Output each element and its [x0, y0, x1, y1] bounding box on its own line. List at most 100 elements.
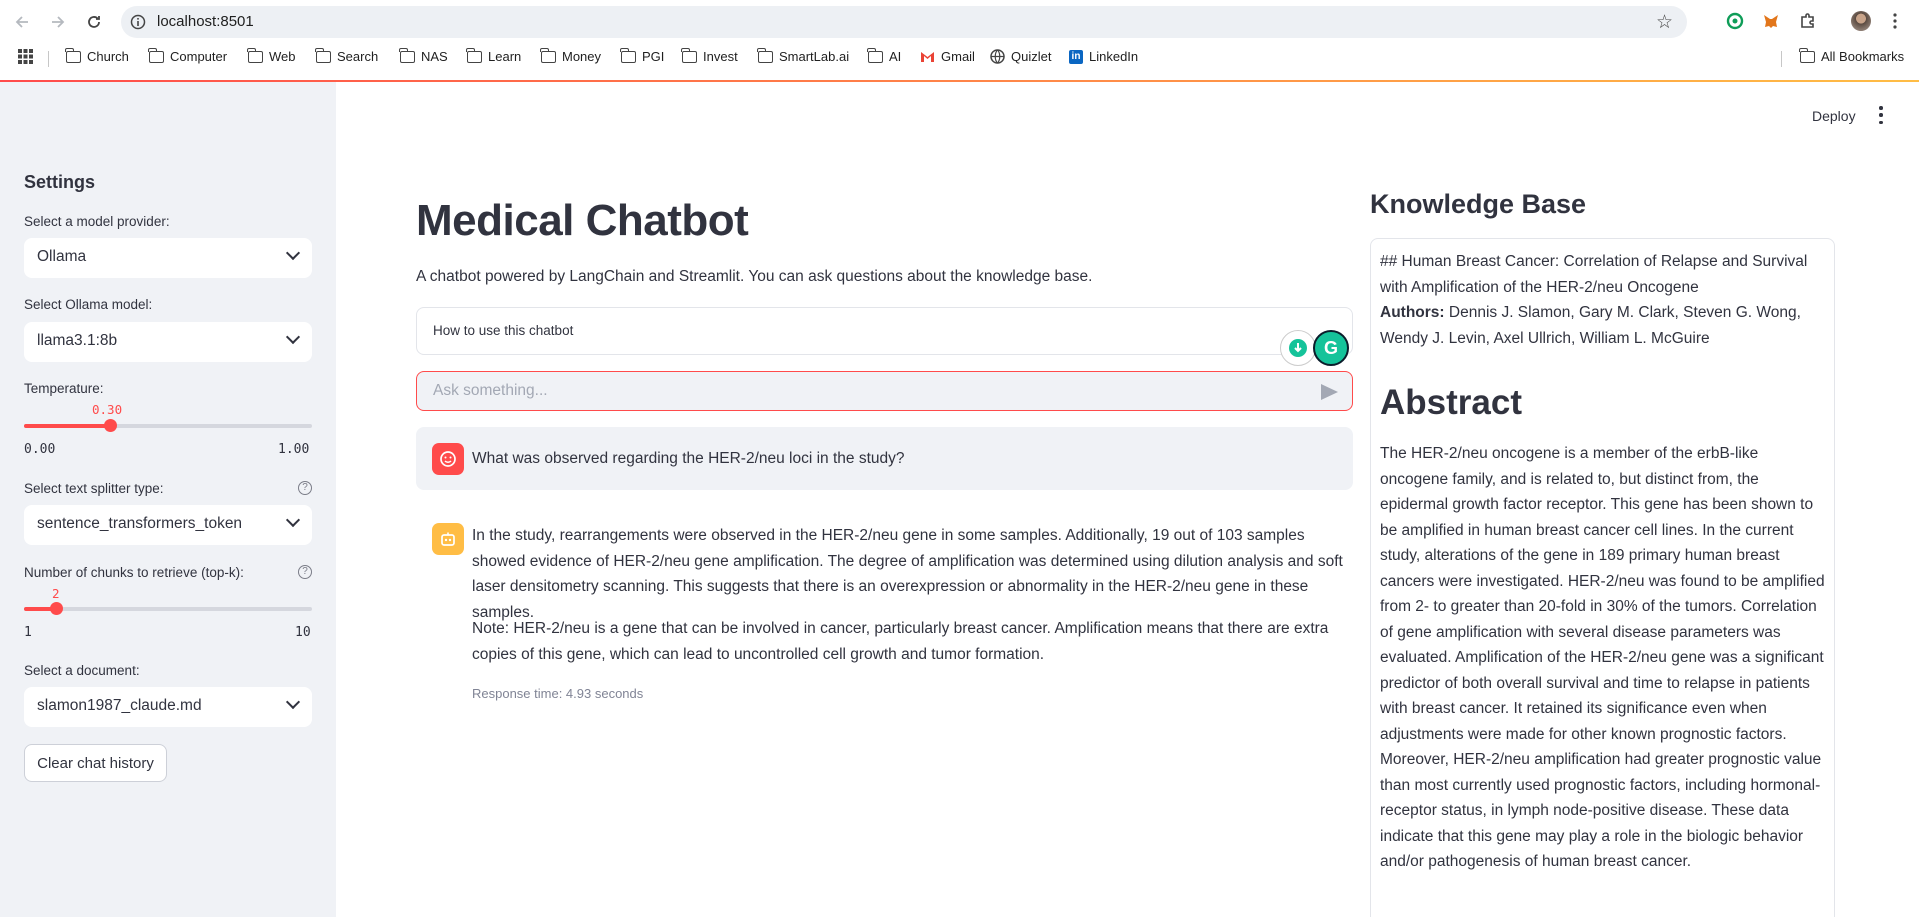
folder-icon	[399, 47, 415, 63]
folder-icon	[620, 47, 636, 63]
grammarly-suggestion-icon[interactable]	[1280, 330, 1316, 366]
bookmark-invest[interactable]: Invest	[681, 47, 738, 64]
browser-toolbar: localhost:8501 ☆	[0, 0, 1919, 44]
model-select[interactable]: llama3.1:8b	[24, 322, 312, 362]
reload-icon[interactable]	[82, 10, 106, 34]
help-icon[interactable]: ?	[298, 565, 312, 579]
page-caption: A chatbot powered by LangChain and Strea…	[416, 268, 1093, 285]
chevron-down-icon	[285, 694, 301, 710]
assistant-avatar-icon	[432, 523, 464, 555]
url-text[interactable]: localhost:8501	[157, 13, 254, 30]
temperature-value: 0.30	[92, 402, 123, 417]
bookmark-search[interactable]: Search	[315, 47, 378, 64]
bookmark-label: Learn	[488, 49, 522, 64]
bookmark-label: Web	[269, 49, 296, 64]
all-bookmarks-label: All Bookmarks	[1821, 49, 1905, 64]
document-heading: ## Human Breast Cancer: Correlation of R…	[1380, 253, 1808, 296]
folder-icon	[540, 47, 556, 63]
extension-green-icon[interactable]	[1724, 10, 1746, 32]
temperature-label: Temperature:	[24, 381, 104, 396]
grammarly-icon[interactable]: G	[1313, 330, 1349, 366]
bookmark-money[interactable]: Money	[540, 47, 601, 64]
bookmark-label: PGI	[642, 49, 665, 64]
bookmark-linkedin[interactable]: in LinkedIn	[1069, 49, 1138, 64]
topk-label: Number of chunks to retrieve (top-k):	[24, 565, 244, 580]
chat-input-placeholder: Ask something...	[433, 382, 548, 399]
temperature-slider[interactable]	[24, 419, 312, 432]
bookmark-label: Invest	[703, 49, 738, 64]
browser-menu-icon[interactable]	[1884, 10, 1906, 32]
document-select[interactable]: slamon1987_claude.md	[24, 687, 312, 727]
all-bookmarks[interactable]: All Bookmarks	[1799, 47, 1905, 64]
app-menu-icon[interactable]	[1878, 106, 1884, 124]
sidebar-title: Settings	[24, 172, 96, 192]
abstract-heading: Abstract	[1380, 383, 1522, 422]
folder-icon	[757, 47, 773, 63]
folder-icon	[148, 47, 164, 63]
bookmark-label: Church	[87, 49, 129, 64]
apps-grid-icon[interactable]	[18, 49, 33, 64]
folder-icon	[65, 47, 81, 63]
bookmark-learn[interactable]: Learn	[466, 47, 522, 64]
page-title: Medical Chatbot	[416, 196, 749, 245]
site-info-icon[interactable]	[130, 14, 146, 30]
bookmark-label: Quizlet	[1011, 49, 1052, 64]
splitter-select[interactable]: sentence_transformers_token	[24, 505, 312, 545]
linkedin-icon: in	[1069, 49, 1083, 64]
folder-icon	[315, 47, 331, 63]
back-icon[interactable]	[10, 10, 34, 34]
clear-chat-button[interactable]: Clear chat history	[24, 744, 167, 782]
profile-avatar[interactable]	[1850, 10, 1872, 32]
model-value: llama3.1:8b	[37, 332, 118, 349]
provider-label: Select a model provider:	[24, 214, 170, 229]
how-to-use-expander[interactable]: How to use this chatbot	[416, 307, 1353, 355]
bookmark-church[interactable]: Church	[65, 47, 129, 64]
bookmark-quizlet[interactable]: Quizlet	[990, 49, 1051, 64]
document-label: Select a document:	[24, 663, 140, 678]
bookmark-web[interactable]: Web	[247, 47, 296, 64]
help-icon[interactable]: ?	[298, 481, 312, 495]
deploy-button[interactable]: Deploy	[1812, 108, 1856, 124]
bookmark-label: AI	[889, 49, 902, 64]
bookmark-label: NAS	[421, 49, 448, 64]
folder-icon	[1799, 47, 1815, 63]
bookmark-nas[interactable]: NAS	[399, 47, 448, 64]
forward-icon[interactable]	[46, 10, 70, 34]
chevron-down-icon	[285, 329, 301, 345]
temperature-slider-fill	[24, 424, 111, 428]
temperature-max: 1.00	[278, 442, 310, 457]
model-label: Select Ollama model:	[24, 297, 153, 312]
knowledge-base-title: Knowledge Base	[1370, 189, 1587, 219]
folder-icon	[681, 47, 697, 63]
folder-icon	[466, 47, 482, 63]
bookmark-computer[interactable]: Computer	[148, 47, 227, 64]
provider-select[interactable]: Ollama	[24, 238, 312, 278]
address-bar[interactable]: localhost:8501 ☆	[121, 6, 1687, 38]
bookmark-smartlab[interactable]: SmartLab.ai	[757, 47, 850, 64]
splitter-value: sentence_transformers_token	[37, 515, 243, 532]
bookmark-label: SmartLab.ai	[779, 49, 850, 64]
bookmarks-divider	[1781, 51, 1782, 67]
bookmark-ai[interactable]: AI	[867, 47, 902, 64]
assistant-message-paragraph: In the study, rearrangements were observ…	[472, 527, 1343, 621]
bookmark-star-icon[interactable]: ☆	[1656, 11, 1673, 34]
folder-icon	[247, 47, 263, 63]
bookmarks-bar: Church Computer Web Search NAS Learn Mon…	[0, 44, 1919, 72]
bookmarks-divider	[48, 51, 49, 67]
splitter-label: Select text splitter type:	[24, 481, 164, 496]
send-icon[interactable]	[1321, 384, 1338, 400]
topk-min: 1	[24, 625, 32, 640]
topk-slider[interactable]	[24, 602, 312, 615]
bookmark-pgi[interactable]: PGI	[620, 47, 665, 64]
abstract-text: The HER-2/neu oncogene is a member of th…	[1380, 445, 1825, 870]
metamask-fox-icon[interactable]	[1760, 10, 1782, 32]
bookmark-gmail[interactable]: Gmail	[920, 49, 975, 64]
extensions-puzzle-icon[interactable]	[1797, 10, 1819, 32]
expander-label: How to use this chatbot	[433, 323, 574, 338]
bookmark-label: LinkedIn	[1089, 49, 1139, 64]
temperature-min: 0.00	[24, 442, 56, 457]
topk-slider-thumb[interactable]	[49, 602, 63, 615]
chat-input[interactable]: Ask something...	[416, 371, 1353, 411]
response-time: Response time: 4.93 seconds	[472, 686, 644, 701]
authors-label: Authors:	[1380, 304, 1445, 321]
